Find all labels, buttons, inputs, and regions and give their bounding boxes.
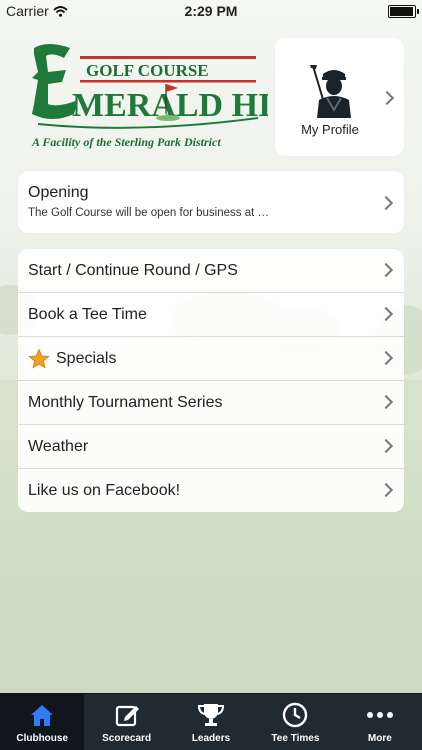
menu-item-start-round[interactable]: Start / Continue Round / GPS bbox=[18, 249, 404, 293]
chevron-right-icon bbox=[378, 394, 394, 410]
battery-icon bbox=[388, 5, 419, 18]
svg-text:GOLF COURSE: GOLF COURSE bbox=[86, 61, 209, 80]
chevron-right-icon bbox=[378, 438, 394, 454]
tab-label: Clubhouse bbox=[16, 733, 69, 744]
course-logo: GOLF COURSE MERALD HILL A Facility of th… bbox=[18, 38, 317, 156]
star-icon bbox=[28, 347, 50, 369]
menu-item-label: Book a Tee Time bbox=[28, 305, 147, 323]
menu-item-label: Weather bbox=[28, 437, 89, 455]
tab-more[interactable]: More bbox=[338, 694, 422, 750]
chevron-right-icon bbox=[378, 482, 394, 498]
chevron-right-icon bbox=[379, 90, 395, 106]
menu-item-label: Monthly Tournament Series bbox=[28, 393, 223, 411]
menu-item-specials[interactable]: Specials bbox=[18, 337, 404, 381]
edit-icon bbox=[115, 705, 139, 727]
tab-leaders[interactable]: Leaders bbox=[169, 694, 253, 750]
menu-item-tournament-series[interactable]: Monthly Tournament Series bbox=[18, 381, 404, 425]
menu-item-label: Specials bbox=[56, 349, 117, 367]
house-icon bbox=[31, 705, 54, 726]
tab-tee-times[interactable]: Tee Times bbox=[253, 694, 337, 750]
tab-clubhouse[interactable]: Clubhouse bbox=[0, 694, 85, 750]
status-bar: Carrier 2:29 PM bbox=[0, 0, 422, 22]
my-profile-label: My Profile bbox=[301, 122, 359, 137]
more-icon bbox=[366, 712, 393, 718]
chevron-right-icon bbox=[378, 306, 394, 322]
opening-announcement[interactable]: Opening The Golf Course will be open for… bbox=[18, 171, 404, 233]
menu-item-label: Like us on Facebook! bbox=[28, 481, 181, 499]
trophy-icon bbox=[198, 704, 225, 726]
emerald-hill-logo: GOLF COURSE MERALD HILL A Facility of th… bbox=[31, 44, 317, 149]
chevron-right-icon bbox=[378, 350, 394, 366]
chevron-right-icon bbox=[378, 262, 394, 278]
clock-icon bbox=[283, 702, 308, 728]
svg-text:A Facility of the Sterling Par: A Facility of the Sterling Park District bbox=[31, 135, 221, 149]
status-time: 2:29 PM bbox=[184, 3, 238, 19]
main-menu: Start / Continue Round / GPS Book a Tee … bbox=[18, 249, 404, 512]
tab-label: Scorecard bbox=[102, 733, 152, 744]
my-profile-button[interactable]: My Profile bbox=[275, 38, 404, 156]
golfer-avatar-icon bbox=[310, 65, 351, 118]
announcement-subtitle: The Golf Course will be open for busines… bbox=[28, 207, 269, 219]
tab-label: Tee Times bbox=[271, 733, 320, 744]
tab-scorecard[interactable]: Scorecard bbox=[84, 694, 168, 750]
menu-item-book-tee-time[interactable]: Book a Tee Time bbox=[18, 293, 404, 337]
menu-item-label: Start / Continue Round / GPS bbox=[28, 261, 238, 279]
menu-item-weather[interactable]: Weather bbox=[18, 425, 404, 469]
tab-label: More bbox=[367, 733, 392, 744]
menu-item-facebook[interactable]: Like us on Facebook! bbox=[18, 469, 404, 512]
tab-bar: Clubhouse Scorecard Leaders Tee Times Mo… bbox=[0, 693, 422, 750]
chevron-right-icon bbox=[378, 195, 394, 211]
announcement-title: Opening bbox=[28, 184, 89, 201]
tab-label: Leaders bbox=[191, 733, 231, 744]
